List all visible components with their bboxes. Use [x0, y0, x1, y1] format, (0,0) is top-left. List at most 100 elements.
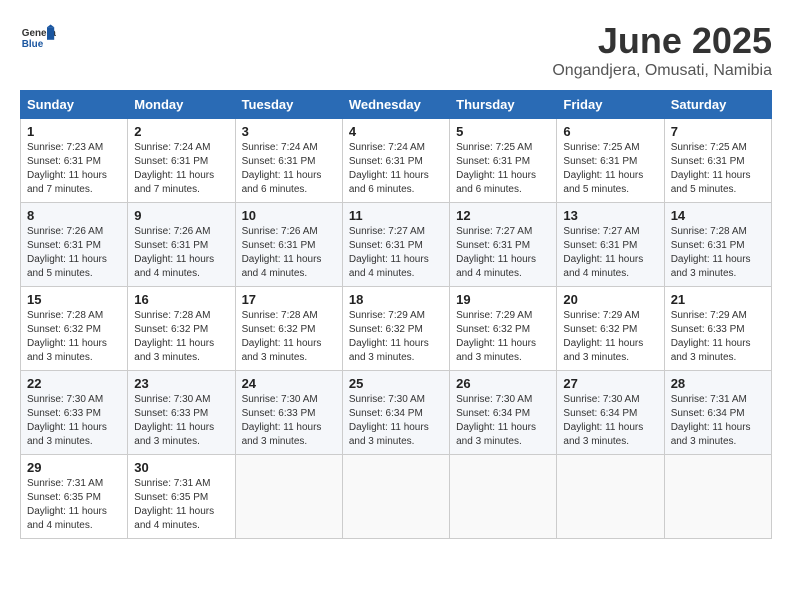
calendar-cell: 5 Sunrise: 7:25 AMSunset: 6:31 PMDaylight…	[450, 119, 557, 203]
svg-text:Blue: Blue	[22, 39, 44, 50]
calendar-cell: 25 Sunrise: 7:30 AMSunset: 6:34 PMDayligh…	[342, 371, 449, 455]
day-header-thursday: Thursday	[450, 91, 557, 119]
calendar-cell: 13Sunrise: 7:27 AMSunset: 6:31 PMDayligh…	[557, 203, 664, 287]
week-row-3: 15 Sunrise: 7:28 AMSunset: 6:32 PMDayligh…	[21, 287, 772, 371]
day-detail: Sunrise: 7:26 AMSunset: 6:31 PMDaylight:…	[242, 225, 336, 281]
day-number: 29	[27, 460, 121, 475]
day-detail: Sunrise: 7:25 AMSunset: 6:31 PMDaylight:…	[563, 141, 657, 197]
day-detail: Sunrise: 7:31 AMSunset: 6:35 PMDaylight:…	[134, 477, 228, 533]
calendar-cell: 16Sunrise: 7:28 AMSunset: 6:32 PMDayligh…	[128, 287, 235, 371]
calendar-cell: 15 Sunrise: 7:28 AMSunset: 6:32 PMDayligh…	[21, 287, 128, 371]
day-detail: Sunrise: 7:30 AMSunset: 6:34 PMDaylight:…	[563, 393, 657, 449]
calendar-cell	[450, 455, 557, 539]
day-detail: Sunrise: 7:28 AMSunset: 6:31 PMDaylight:…	[671, 225, 765, 281]
calendar-cell: 4 Sunrise: 7:24 AMSunset: 6:31 PMDaylight…	[342, 119, 449, 203]
calendar-cell: 10 Sunrise: 7:26 AMSunset: 6:31 PMDayligh…	[235, 203, 342, 287]
day-number: 21	[671, 292, 765, 307]
calendar-cell: 14 Sunrise: 7:28 AMSunset: 6:31 PMDayligh…	[664, 203, 771, 287]
calendar-subtitle: Ongandjera, Omusati, Namibia	[552, 62, 772, 80]
calendar-cell: 28 Sunrise: 7:31 AMSunset: 6:34 PMDayligh…	[664, 371, 771, 455]
day-detail: Sunrise: 7:28 AMSunset: 6:32 PMDaylight:…	[27, 309, 121, 365]
calendar-header-row: SundayMondayTuesdayWednesdayThursdayFrid…	[21, 91, 772, 119]
calendar-cell: 27 Sunrise: 7:30 AMSunset: 6:34 PMDayligh…	[557, 371, 664, 455]
day-number: 27	[563, 376, 657, 391]
day-number: 12	[456, 208, 550, 223]
day-detail: Sunrise: 7:29 AMSunset: 6:32 PMDaylight:…	[349, 309, 443, 365]
calendar-cell: 18Sunrise: 7:29 AMSunset: 6:32 PMDayligh…	[342, 287, 449, 371]
day-number: 1	[27, 124, 121, 139]
day-number: 7	[671, 124, 765, 139]
day-header-sunday: Sunday	[21, 91, 128, 119]
calendar-cell: 1 Sunrise: 7:23 AMSunset: 6:31 PMDaylight…	[21, 119, 128, 203]
day-number: 15	[27, 292, 121, 307]
day-number: 8	[27, 208, 121, 223]
day-number: 30	[134, 460, 228, 475]
day-number: 16	[134, 292, 228, 307]
calendar-cell: 20 Sunrise: 7:29 AMSunset: 6:32 PMDayligh…	[557, 287, 664, 371]
day-number: 24	[242, 376, 336, 391]
day-detail: Sunrise: 7:26 AMSunset: 6:31 PMDaylight:…	[27, 225, 121, 281]
day-number: 5	[456, 124, 550, 139]
title-section: June 2025 Ongandjera, Omusati, Namibia	[552, 20, 772, 80]
calendar-cell: 23 Sunrise: 7:30 AMSunset: 6:33 PMDayligh…	[128, 371, 235, 455]
calendar-cell: 21 Sunrise: 7:29 AMSunset: 6:33 PMDayligh…	[664, 287, 771, 371]
day-number: 11	[349, 208, 443, 223]
day-number: 10	[242, 208, 336, 223]
day-number: 3	[242, 124, 336, 139]
day-header-friday: Friday	[557, 91, 664, 119]
calendar-cell: 7 Sunrise: 7:25 AMSunset: 6:31 PMDaylight…	[664, 119, 771, 203]
day-detail: Sunrise: 7:31 AMSunset: 6:34 PMDaylight:…	[671, 393, 765, 449]
calendar-table: SundayMondayTuesdayWednesdayThursdayFrid…	[20, 90, 772, 539]
day-detail: Sunrise: 7:30 AMSunset: 6:33 PMDaylight:…	[134, 393, 228, 449]
day-number: 28	[671, 376, 765, 391]
day-detail: Sunrise: 7:27 AMSunset: 6:31 PMDaylight:…	[349, 225, 443, 281]
calendar-cell: 3Sunrise: 7:24 AMSunset: 6:31 PMDaylight…	[235, 119, 342, 203]
day-number: 14	[671, 208, 765, 223]
day-header-saturday: Saturday	[664, 91, 771, 119]
day-number: 4	[349, 124, 443, 139]
calendar-cell: 12 Sunrise: 7:27 AMSunset: 6:31 PMDayligh…	[450, 203, 557, 287]
calendar-cell: 22 Sunrise: 7:30 AMSunset: 6:33 PMDayligh…	[21, 371, 128, 455]
day-detail: Sunrise: 7:25 AMSunset: 6:31 PMDaylight:…	[671, 141, 765, 197]
week-row-4: 22 Sunrise: 7:30 AMSunset: 6:33 PMDayligh…	[21, 371, 772, 455]
day-detail: Sunrise: 7:30 AMSunset: 6:33 PMDaylight:…	[242, 393, 336, 449]
day-header-tuesday: Tuesday	[235, 91, 342, 119]
calendar-cell: 26 Sunrise: 7:30 AMSunset: 6:34 PMDayligh…	[450, 371, 557, 455]
day-detail: Sunrise: 7:28 AMSunset: 6:32 PMDaylight:…	[242, 309, 336, 365]
day-detail: Sunrise: 7:23 AMSunset: 6:31 PMDaylight:…	[27, 141, 121, 197]
day-number: 26	[456, 376, 550, 391]
day-detail: Sunrise: 7:25 AMSunset: 6:31 PMDaylight:…	[456, 141, 550, 197]
day-detail: Sunrise: 7:30 AMSunset: 6:33 PMDaylight:…	[27, 393, 121, 449]
day-detail: Sunrise: 7:26 AMSunset: 6:31 PMDaylight:…	[134, 225, 228, 281]
day-header-monday: Monday	[128, 91, 235, 119]
day-detail: Sunrise: 7:27 AMSunset: 6:31 PMDaylight:…	[456, 225, 550, 281]
calendar-cell: 6Sunrise: 7:25 AMSunset: 6:31 PMDaylight…	[557, 119, 664, 203]
day-detail: Sunrise: 7:29 AMSunset: 6:32 PMDaylight:…	[456, 309, 550, 365]
calendar-cell: 24 Sunrise: 7:30 AMSunset: 6:33 PMDayligh…	[235, 371, 342, 455]
calendar-cell: 19 Sunrise: 7:29 AMSunset: 6:32 PMDayligh…	[450, 287, 557, 371]
day-detail: Sunrise: 7:27 AMSunset: 6:31 PMDaylight:…	[563, 225, 657, 281]
day-number: 25	[349, 376, 443, 391]
day-detail: Sunrise: 7:24 AMSunset: 6:31 PMDaylight:…	[349, 141, 443, 197]
day-number: 19	[456, 292, 550, 307]
day-detail: Sunrise: 7:29 AMSunset: 6:32 PMDaylight:…	[563, 309, 657, 365]
week-row-1: 1 Sunrise: 7:23 AMSunset: 6:31 PMDaylight…	[21, 119, 772, 203]
calendar-cell: 8 Sunrise: 7:26 AMSunset: 6:31 PMDaylight…	[21, 203, 128, 287]
day-number: 23	[134, 376, 228, 391]
day-number: 22	[27, 376, 121, 391]
day-number: 17	[242, 292, 336, 307]
calendar-cell: 9Sunrise: 7:26 AMSunset: 6:31 PMDaylight…	[128, 203, 235, 287]
day-number: 20	[563, 292, 657, 307]
day-header-wednesday: Wednesday	[342, 91, 449, 119]
day-detail: Sunrise: 7:30 AMSunset: 6:34 PMDaylight:…	[456, 393, 550, 449]
day-detail: Sunrise: 7:24 AMSunset: 6:31 PMDaylight:…	[134, 141, 228, 197]
calendar-cell: 29 Sunrise: 7:31 AMSunset: 6:35 PMDayligh…	[21, 455, 128, 539]
day-detail: Sunrise: 7:31 AMSunset: 6:35 PMDaylight:…	[27, 477, 121, 533]
calendar-cell: 11 Sunrise: 7:27 AMSunset: 6:31 PMDayligh…	[342, 203, 449, 287]
day-number: 2	[134, 124, 228, 139]
calendar-cell	[342, 455, 449, 539]
day-detail: Sunrise: 7:29 AMSunset: 6:33 PMDaylight:…	[671, 309, 765, 365]
week-row-5: 29 Sunrise: 7:31 AMSunset: 6:35 PMDayligh…	[21, 455, 772, 539]
day-detail: Sunrise: 7:30 AMSunset: 6:34 PMDaylight:…	[349, 393, 443, 449]
week-row-2: 8 Sunrise: 7:26 AMSunset: 6:31 PMDaylight…	[21, 203, 772, 287]
